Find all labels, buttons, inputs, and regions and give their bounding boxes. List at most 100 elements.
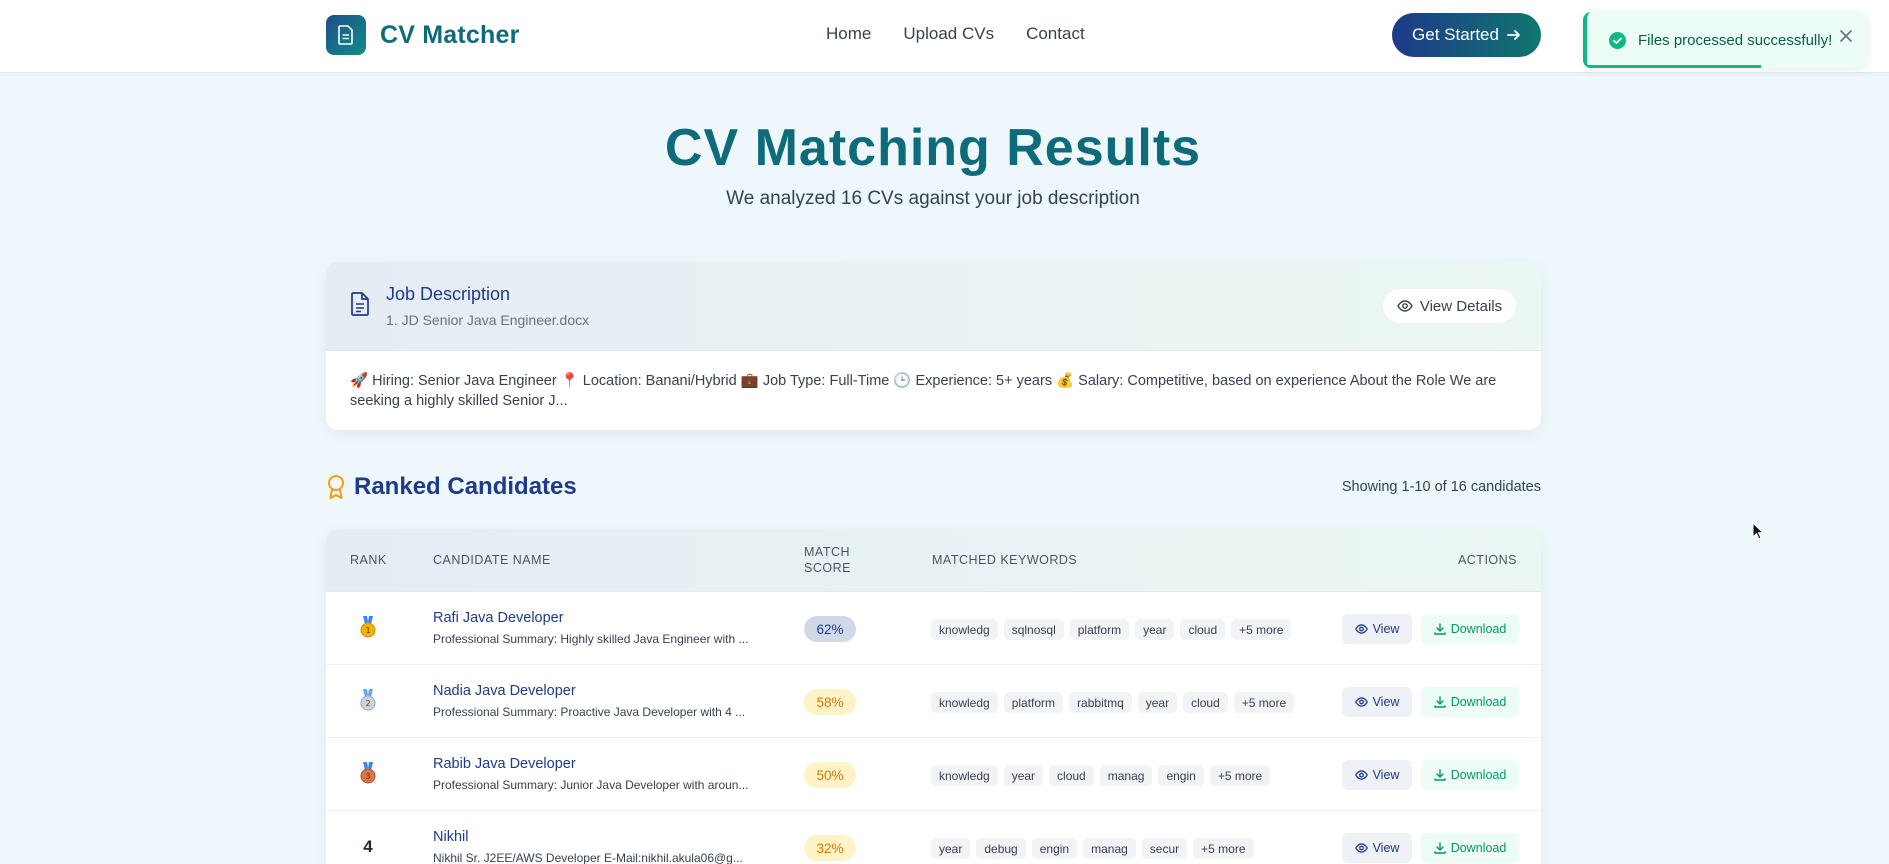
keyword-tag[interactable]: +5 more [1209, 765, 1271, 786]
candidate-name[interactable]: Rafi Java Developer [433, 610, 564, 626]
candidate-summary: Professional Summary: Proactive Java Dev… [433, 705, 746, 719]
bronze-medal-icon: 3 [360, 762, 376, 784]
keyword-tag: rabbitmq [1069, 692, 1132, 713]
gold-medal-icon: 1 [360, 616, 376, 638]
rank-cell: 2 [350, 689, 386, 716]
eye-icon [1397, 300, 1413, 312]
match-score-badge: 32% [804, 835, 856, 861]
brand[interactable]: CV Matcher [326, 15, 520, 55]
header-matched-keywords: MATCHED KEYWORDS [932, 553, 1078, 567]
keyword-tag[interactable]: +5 more [1231, 619, 1292, 640]
toast-progress-bar [1587, 65, 1761, 68]
close-icon[interactable] [1839, 29, 1853, 43]
eye-icon [1354, 843, 1368, 853]
download-button[interactable]: Download [1421, 687, 1519, 717]
table-row: 2 Nadia Java Developer Professional Summ… [326, 665, 1541, 738]
download-button[interactable]: Download [1421, 833, 1519, 863]
view-label: View [1372, 768, 1400, 782]
get-started-button[interactable]: Get Started [1392, 13, 1541, 57]
matched-keywords: knowledg sqlnosql platform year cloud +5 more [931, 619, 1292, 640]
keyword-tag: platform [1003, 692, 1064, 713]
keyword-tag[interactable]: +5 more [1233, 692, 1295, 713]
rank-cell: 3 [350, 762, 386, 789]
rank-cell: 1 [350, 616, 386, 643]
download-label: Download [1450, 622, 1507, 636]
matched-keywords: year debug engin manag secur +5 more [931, 838, 1254, 859]
candidate-name[interactable]: Nikhil [433, 829, 468, 845]
download-button[interactable]: Download [1421, 760, 1519, 790]
table-row: 4 Nikhil Nikhil Sr. J2EE/AWS Developer E… [326, 811, 1541, 864]
keyword-tag: secur [1141, 838, 1188, 859]
download-button[interactable]: Download [1421, 614, 1519, 644]
keyword-tag: manag [1099, 765, 1153, 786]
download-icon [1434, 842, 1446, 854]
candidates-table: RANK CANDIDATE NAME MATCH SCORE MATCHED … [326, 529, 1541, 864]
view-button[interactable]: View [1342, 833, 1412, 863]
candidate-name[interactable]: Rabib Java Developer [433, 756, 576, 772]
view-button[interactable]: View [1342, 614, 1412, 644]
nav-links: Home Upload CVs Contact [826, 24, 1085, 44]
award-icon [328, 475, 344, 499]
view-label: View [1372, 622, 1400, 636]
header-match-score-line1: MATCH [804, 545, 851, 559]
download-label: Download [1450, 695, 1507, 709]
mouse-cursor-icon [1752, 522, 1764, 540]
nav-link-upload-cvs[interactable]: Upload CVs [903, 24, 994, 44]
keyword-tag: year [1135, 619, 1175, 640]
page-title: CV Matching Results [664, 119, 1202, 177]
candidate-name[interactable]: Nadia Java Developer [433, 683, 576, 699]
silver-medal-icon: 2 [360, 689, 376, 711]
nav-link-contact[interactable]: Contact [1026, 24, 1085, 44]
matched-keywords: knowledg year cloud manag engin +5 more [931, 765, 1271, 786]
download-icon [1434, 623, 1446, 635]
header-candidate-name: CANDIDATE NAME [433, 553, 551, 567]
get-started-label: Get Started [1412, 25, 1499, 44]
keyword-tag[interactable]: +5 more [1193, 838, 1254, 859]
keyword-tag: knowledg [931, 692, 998, 713]
arrow-right-icon [1507, 30, 1520, 40]
job-description-card: Job Description 1. JD Senior Java Engine… [326, 262, 1541, 430]
download-icon [1434, 696, 1446, 708]
keyword-tag: cloud [1180, 619, 1226, 640]
matched-keywords: knowledg platform rabbitmq year cloud +5 more [931, 692, 1295, 713]
candidate-summary: Nikhil Sr. J2EE/AWS Developer E-Mail:nik… [433, 851, 743, 864]
page-subtitle: We analyzed 16 CVs against your job desc… [726, 188, 1140, 209]
table-row: 3 Rabib Java Developer Professional Summ… [326, 738, 1541, 811]
keyword-tag: platform [1069, 619, 1130, 640]
download-icon [1434, 769, 1446, 781]
document-icon [326, 15, 366, 55]
table-header: RANK CANDIDATE NAME MATCH SCORE MATCHED … [326, 529, 1541, 592]
header-match-score: MATCH SCORE [804, 544, 851, 576]
keyword-tag: year [1003, 765, 1044, 786]
eye-icon [1354, 697, 1368, 707]
eye-icon [1354, 770, 1368, 780]
pagination-summary: Showing 1-10 of 16 candidates [1341, 479, 1541, 495]
keyword-tag: manag [1083, 838, 1136, 859]
check-circle-icon [1609, 31, 1626, 49]
match-score-badge: 50% [804, 762, 856, 788]
keyword-tag: knowledg [931, 765, 998, 786]
keyword-tag: cloud [1049, 765, 1094, 786]
view-button[interactable]: View [1342, 687, 1412, 717]
match-score-badge: 58% [804, 689, 856, 715]
header-actions: ACTIONS [1457, 553, 1517, 567]
keyword-tag: knowledg [931, 619, 998, 640]
rank-cell: 4 [350, 835, 386, 859]
job-description-summary: 🚀 Hiring: Senior Java Engineer 📍 Locatio… [350, 373, 1497, 409]
download-label: Download [1450, 768, 1507, 782]
keyword-tag: engin [1031, 838, 1078, 859]
nav-link-home[interactable]: Home [826, 24, 871, 44]
candidate-summary: Professional Summary: Highly skilled Jav… [433, 632, 749, 646]
view-label: View [1372, 841, 1400, 855]
eye-icon [1354, 624, 1368, 634]
file-text-icon [351, 292, 369, 316]
header-rank: RANK [350, 553, 387, 567]
view-details-button[interactable]: View Details [1382, 288, 1517, 324]
ranked-candidates-title: Ranked Candidates [354, 473, 577, 500]
view-button[interactable]: View [1342, 760, 1412, 790]
match-score-badge: 62% [804, 616, 856, 642]
keyword-tag: debug [976, 838, 1026, 859]
candidate-summary: Professional Summary: Junior Java Develo… [433, 778, 749, 792]
brand-name: CV Matcher [380, 20, 520, 49]
rank-number: 4 [363, 837, 373, 856]
